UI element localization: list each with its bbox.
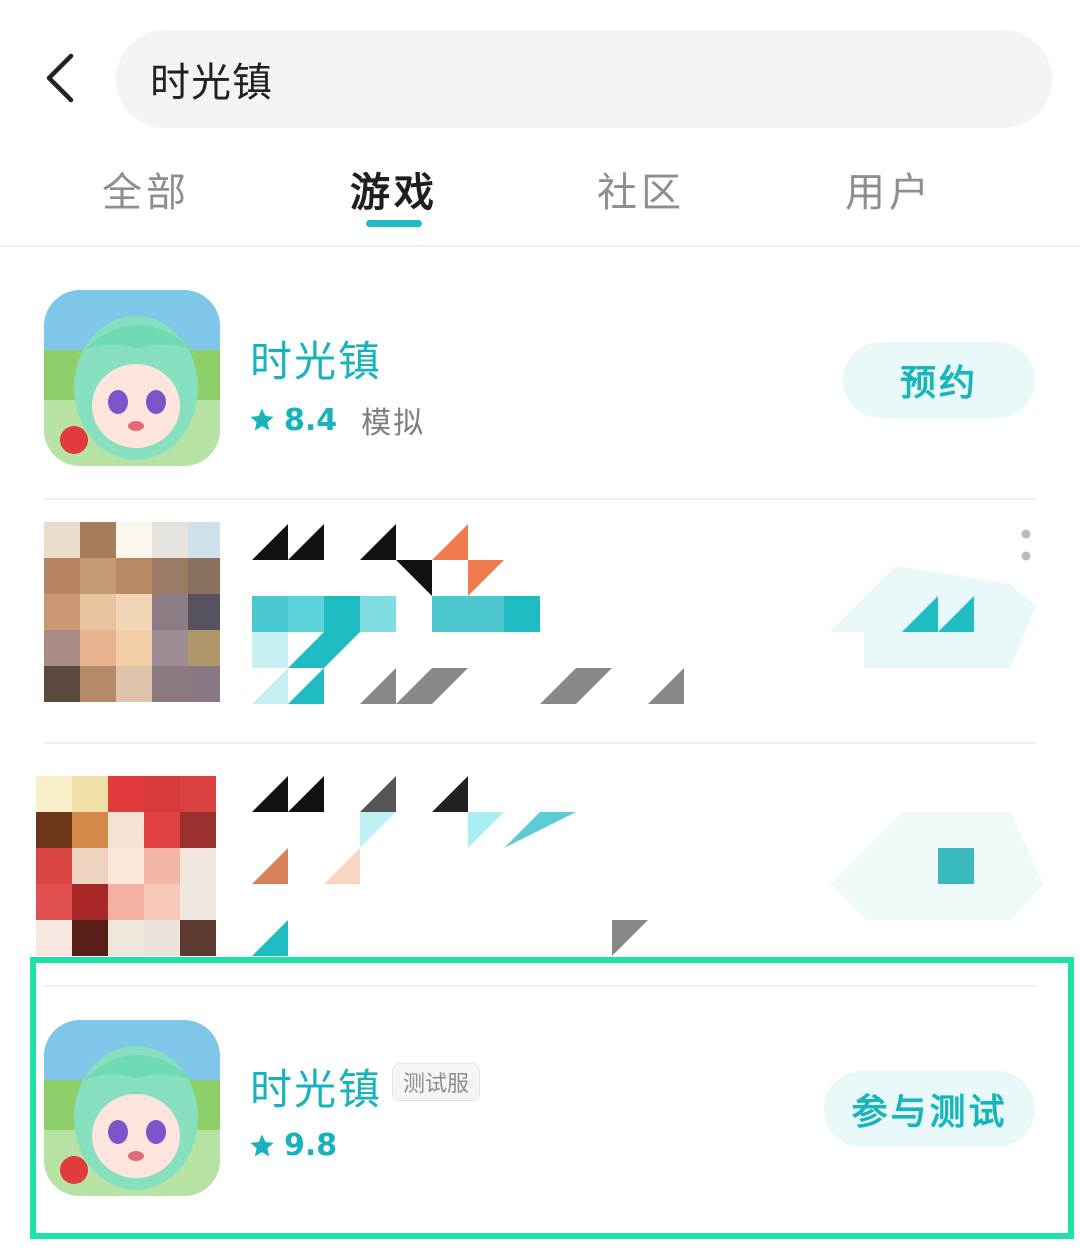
tab-community[interactable]: 社区 (541, 160, 741, 218)
redacted-action-button[interactable] (830, 566, 1036, 668)
rating: 8.4 模拟 (248, 398, 425, 442)
tab-bar: 全部 游戏 社区 用户 (0, 150, 1080, 246)
rating-value: 8.4 (284, 402, 338, 438)
search-query: 时光镇 (150, 60, 273, 106)
redacted-app-info (252, 524, 692, 704)
tab-all[interactable]: 全部 (46, 160, 246, 218)
tab-games[interactable]: 游戏 (294, 160, 494, 218)
selection-highlight (30, 957, 1074, 1239)
row-divider (44, 742, 1036, 744)
tab-users[interactable]: 用户 (789, 160, 989, 218)
app-icon[interactable] (44, 290, 220, 466)
more-vertical-icon[interactable] (1018, 528, 1034, 564)
redacted-app-icon[interactable] (36, 776, 216, 956)
redacted-app-icon[interactable] (44, 522, 220, 702)
active-tab-indicator (366, 220, 422, 227)
category-label: 模拟 (361, 406, 426, 441)
search-input[interactable]: 时光镇 (116, 30, 1052, 128)
redacted-app-info (252, 776, 652, 956)
app-title[interactable]: 时光镇 (250, 328, 382, 389)
back-button[interactable] (30, 45, 90, 111)
reserve-button[interactable]: 预约 (843, 342, 1035, 418)
tabs-divider (0, 245, 1080, 247)
row-divider (44, 498, 1036, 500)
back-arrow-icon (46, 53, 74, 103)
star-icon (250, 408, 274, 431)
redacted-action-button[interactable] (830, 812, 1044, 920)
